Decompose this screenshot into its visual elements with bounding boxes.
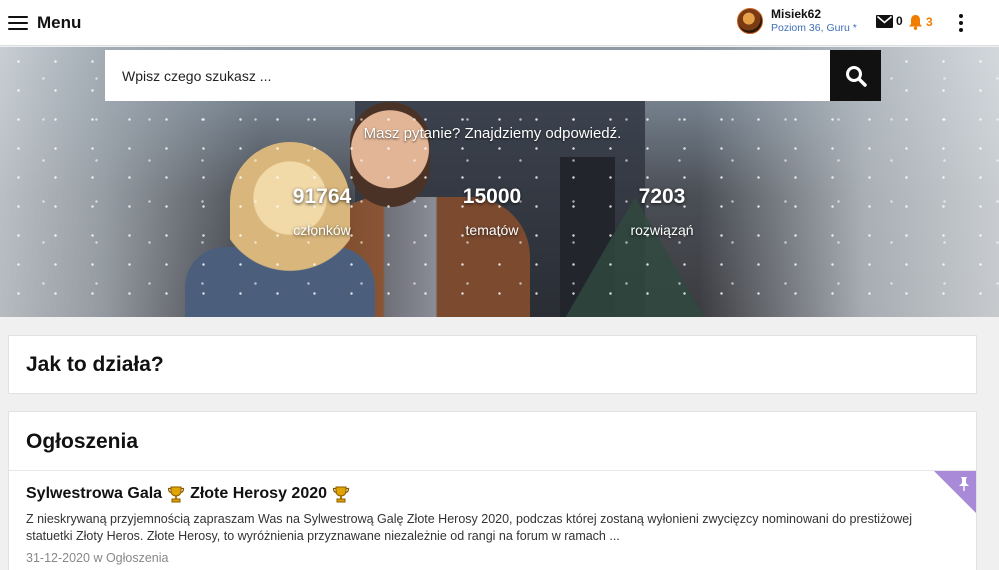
search-button[interactable] <box>830 50 881 101</box>
messages-count: 0 <box>896 14 903 28</box>
stat-value: 15000 <box>462 185 522 208</box>
notifications-count: 3 <box>926 15 933 29</box>
menu-label: Menu <box>37 13 82 32</box>
stat-label: rozwiązań <box>630 222 694 238</box>
stat-value: 91764 <box>292 185 352 208</box>
announcement-title-link[interactable]: Sylwestrowa Gala Złote Herosy 2020 <box>26 485 959 503</box>
trophy-icon <box>167 486 185 503</box>
hamburger-icon <box>8 16 28 30</box>
bell-icon <box>909 15 922 30</box>
announcements-header: Ogłoszenia <box>9 412 976 471</box>
stat-topics: 15000 tematów <box>432 185 552 238</box>
post-date: 31-12-2020 <box>26 550 90 565</box>
search-input[interactable] <box>105 50 830 101</box>
announcement-meta: 31-12-2020 w Ogłoszenia <box>26 551 959 565</box>
stat-members: 91764 członków <box>262 185 382 238</box>
envelope-icon <box>876 14 893 28</box>
stat-solutions: 7203 rozwiązań <box>602 185 722 238</box>
more-options-icon[interactable] <box>953 12 969 34</box>
stat-label: członków <box>293 222 351 238</box>
announcements-card: Ogłoszenia Sylwestrowa Gala Złote Herosy… <box>8 411 977 570</box>
stat-label: tematów <box>465 222 519 238</box>
announcement-item: Sylwestrowa Gala Złote Herosy 2020 Z nie… <box>9 471 976 565</box>
search-bar <box>105 50 881 101</box>
post-title-part: Złote Herosy 2020 <box>190 485 328 502</box>
post-board-link[interactable]: Ogłoszenia <box>106 551 169 565</box>
user-profile[interactable]: Misiek62 Poziom 36, Guru * <box>737 7 857 35</box>
hero-banner: Masz pytanie? Znajdziemy odpowiedź. 9176… <box>0 47 999 317</box>
user-name[interactable]: Misiek62 <box>771 7 857 21</box>
section-title: Ogłoszenia <box>26 430 139 453</box>
menu-button[interactable]: Menu <box>8 11 81 35</box>
post-title-part: Sylwestrowa Gala <box>26 485 163 502</box>
section-title: Jak to działa? <box>26 353 164 376</box>
post-location-prefix: w <box>93 550 103 565</box>
search-icon <box>845 65 867 87</box>
hero-tagline: Masz pytanie? Znajdziemy odpowiedź. <box>363 125 622 142</box>
stat-value: 7203 <box>638 185 686 208</box>
notifications-button[interactable]: 3 <box>908 14 933 30</box>
announcement-excerpt: Z nieskrywaną przyjemnością zapraszam Wa… <box>26 512 913 543</box>
trophy-icon <box>332 486 350 503</box>
top-bar: Menu Misiek62 Poziom 36, Guru * 0 3 <box>0 0 999 46</box>
how-it-works-card[interactable]: Jak to działa? <box>8 335 977 394</box>
pin-icon <box>959 477 969 491</box>
user-rank: Poziom 36, Guru * <box>771 22 857 35</box>
messages-button[interactable]: 0 <box>876 14 903 28</box>
avatar[interactable] <box>737 8 763 35</box>
